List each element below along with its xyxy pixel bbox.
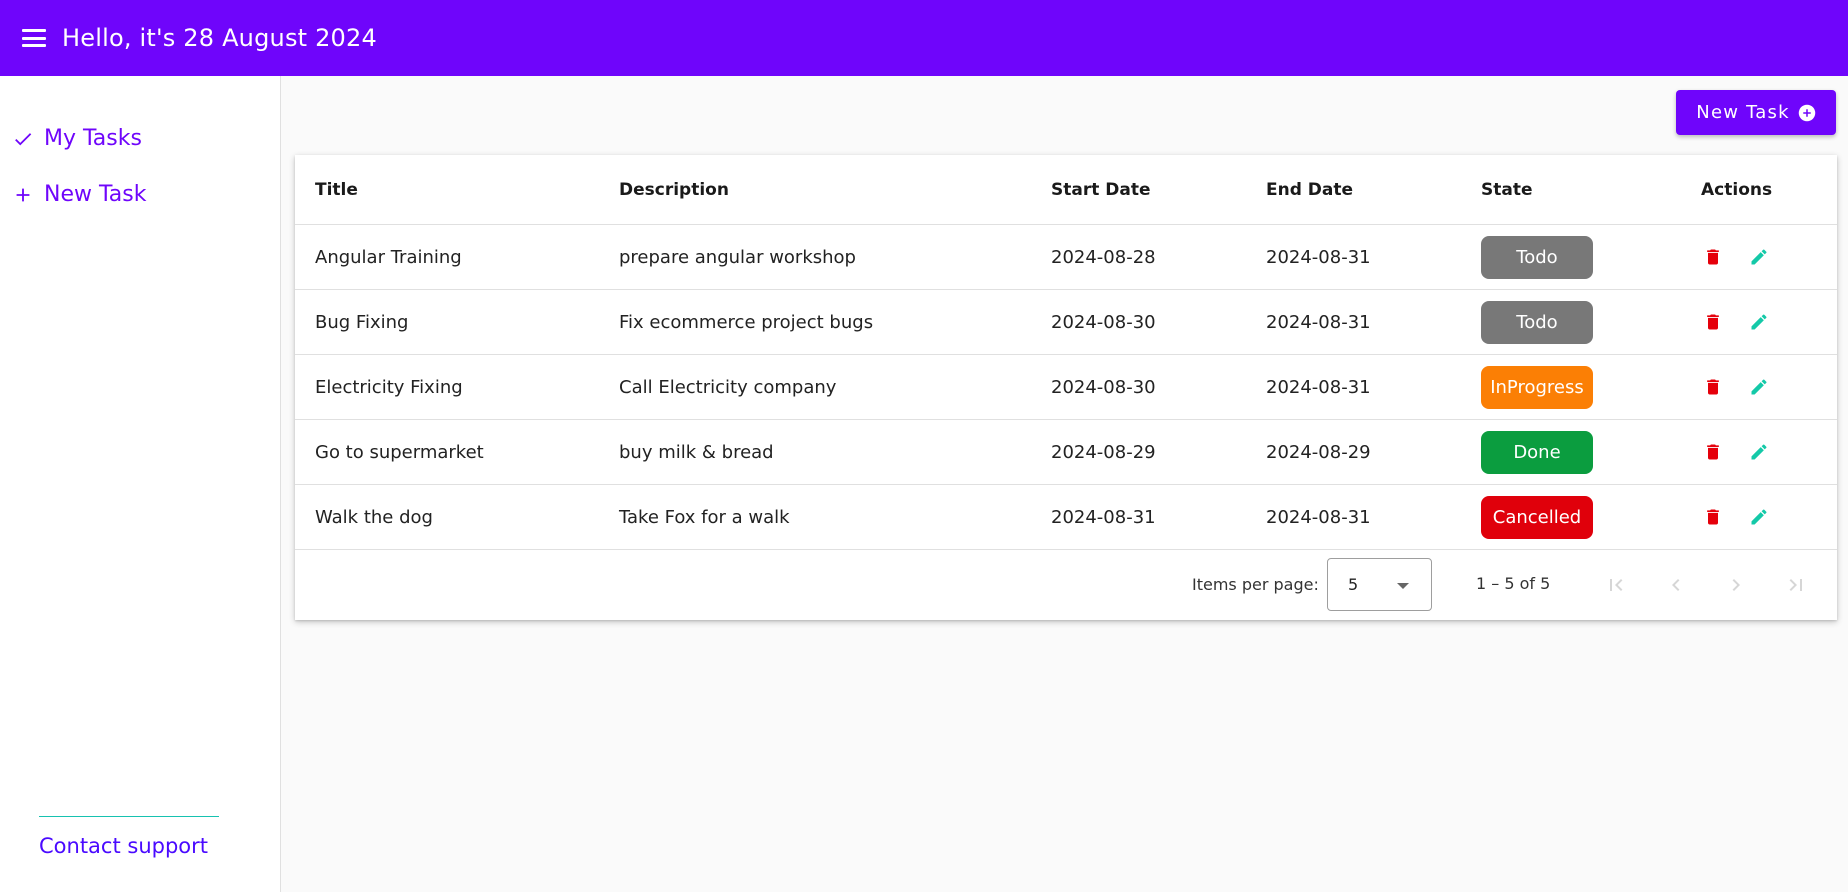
- task-end-date: 2024-08-31: [1266, 506, 1371, 528]
- contact-support-link[interactable]: Contact support: [39, 834, 208, 858]
- status-badge: Todo: [1481, 300, 1593, 344]
- app-title: Hello, it's 28 August 2024: [62, 24, 377, 52]
- task-title: Angular Training: [315, 246, 462, 268]
- task-description: Take Fox for a walk: [619, 506, 790, 528]
- task-title: Bug Fixing: [315, 311, 409, 333]
- task-actions: [1701, 485, 1771, 549]
- delete-icon[interactable]: [1701, 440, 1725, 464]
- table-row: Bug Fixing Fix ecommerce project bugs 2024…: [295, 290, 1837, 355]
- last-page-button[interactable]: [1782, 571, 1810, 599]
- tasks-table-card: Title Description Start Date End Date St…: [295, 155, 1837, 620]
- task-end-date: 2024-08-31: [1266, 311, 1371, 333]
- new-task-button[interactable]: New Task: [1676, 90, 1836, 135]
- edit-icon[interactable]: [1747, 505, 1771, 529]
- task-state-cell: Cancelled: [1481, 485, 1593, 549]
- new-task-label: New Task: [1696, 102, 1790, 123]
- last-page-icon: [1789, 579, 1802, 591]
- task-actions: [1701, 420, 1771, 484]
- paginator: Items per page: 5 1 – 5 of 5: [295, 555, 1837, 620]
- first-page-icon: [1610, 579, 1623, 591]
- column-header-end-date[interactable]: End Date: [1266, 155, 1353, 224]
- task-actions: [1701, 355, 1771, 419]
- task-state-cell: Done: [1481, 420, 1593, 484]
- table-row: Angular Training prepare angular workshop…: [295, 225, 1837, 290]
- top-app-bar: Hello, it's 28 August 2024: [0, 0, 1848, 76]
- delete-icon[interactable]: [1701, 375, 1725, 399]
- edit-icon[interactable]: [1747, 375, 1771, 399]
- edit-icon[interactable]: [1747, 310, 1771, 334]
- dropdown-arrow-icon: [1397, 583, 1409, 589]
- edit-icon[interactable]: [1747, 440, 1771, 464]
- task-start-date: 2024-08-30: [1051, 376, 1156, 398]
- column-header-actions: Actions: [1701, 179, 1773, 200]
- edit-icon[interactable]: [1747, 245, 1771, 269]
- delete-icon[interactable]: [1701, 245, 1725, 269]
- task-start-date: 2024-08-30: [1051, 311, 1156, 333]
- table-row: Go to supermarket buy milk & bread 2024-08…: [295, 420, 1837, 485]
- task-description: prepare angular workshop: [619, 246, 856, 268]
- sidebar-item-label: New Task: [44, 182, 147, 207]
- task-state-cell: Todo: [1481, 225, 1593, 289]
- support-divider: [39, 816, 219, 817]
- task-description: Fix ecommerce project bugs: [619, 311, 874, 333]
- table-header-row: Title Description Start Date End Date St…: [295, 155, 1837, 225]
- sidebar-item-label: My Tasks: [44, 126, 142, 151]
- table-row: Electricity Fixing Call Electricity compa…: [295, 355, 1837, 420]
- plus-icon: [16, 188, 30, 201]
- task-end-date: 2024-08-31: [1266, 246, 1371, 268]
- menu-icon[interactable]: [19, 26, 49, 50]
- task-title: Walk the dog: [315, 506, 433, 528]
- column-header-description[interactable]: Description: [619, 155, 729, 224]
- column-header-title[interactable]: Title: [315, 155, 358, 224]
- delete-icon[interactable]: [1701, 310, 1725, 334]
- first-page-button[interactable]: [1602, 571, 1630, 599]
- task-actions: [1701, 225, 1771, 289]
- column-header-state[interactable]: State: [1481, 155, 1533, 224]
- task-start-date: 2024-08-31: [1051, 506, 1156, 528]
- page-range-label: 1 – 5 of 5: [1476, 574, 1551, 593]
- status-badge: Todo: [1481, 235, 1593, 279]
- chevron-left-icon: [1672, 579, 1680, 591]
- sidebar-item-new-task[interactable]: New Task: [12, 182, 146, 207]
- task-actions: [1701, 290, 1771, 354]
- task-end-date: 2024-08-31: [1266, 376, 1371, 398]
- sidebar: My Tasks New Task Contact support: [0, 76, 281, 892]
- task-state-cell: InProgress: [1481, 355, 1593, 419]
- next-page-button[interactable]: [1722, 571, 1750, 599]
- check-icon: [15, 132, 32, 145]
- status-badge: Done: [1481, 430, 1593, 474]
- task-title: Electricity Fixing: [315, 376, 463, 398]
- task-description: Call Electricity company: [619, 376, 837, 398]
- task-description: buy milk & bread: [619, 441, 774, 463]
- items-per-page-label: Items per page:: [1192, 575, 1319, 594]
- add-circle-icon: [1798, 104, 1815, 121]
- status-badge: Cancelled: [1481, 495, 1593, 539]
- task-end-date: 2024-08-29: [1266, 441, 1371, 463]
- task-start-date: 2024-08-28: [1051, 246, 1156, 268]
- page-size-select[interactable]: 5: [1327, 558, 1432, 611]
- previous-page-button[interactable]: [1662, 571, 1690, 599]
- task-title: Go to supermarket: [315, 441, 484, 463]
- delete-icon[interactable]: [1701, 505, 1725, 529]
- status-badge: InProgress: [1481, 365, 1593, 409]
- column-header-start-date[interactable]: Start Date: [1051, 155, 1151, 224]
- table-row: Walk the dog Take Fox for a walk 2024-08-3…: [295, 485, 1837, 550]
- chevron-right-icon: [1732, 579, 1740, 591]
- sidebar-item-my-tasks[interactable]: My Tasks: [12, 126, 142, 151]
- task-state-cell: Todo: [1481, 290, 1593, 354]
- task-start-date: 2024-08-29: [1051, 441, 1156, 463]
- page-size-value: 5: [1348, 575, 1359, 594]
